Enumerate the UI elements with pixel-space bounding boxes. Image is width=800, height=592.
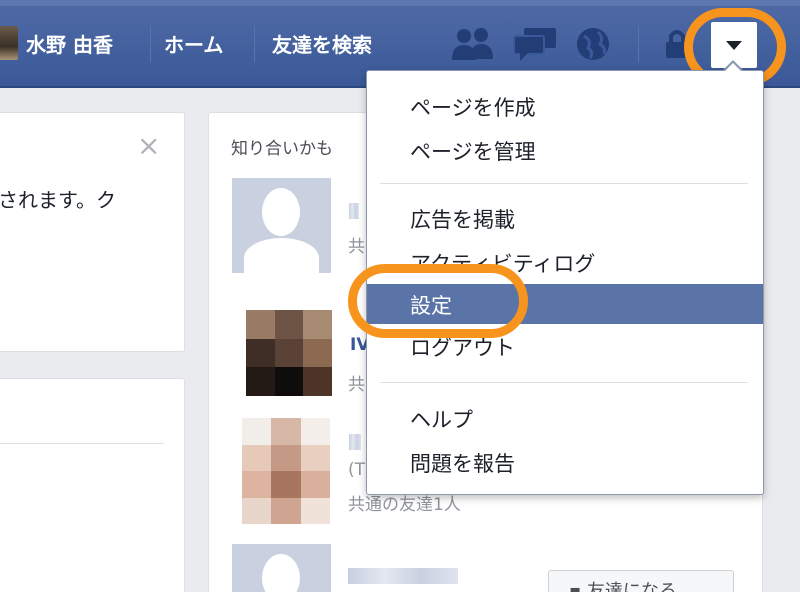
pymk-title: 知り合いかも <box>231 139 333 159</box>
friend-name-blurred[interactable] <box>349 203 359 219</box>
menu-item-create-page[interactable]: ページを作成 <box>367 86 763 126</box>
notice-text: されます。ク <box>0 188 116 212</box>
nav-divider <box>150 26 151 62</box>
menu-divider <box>380 183 748 184</box>
friend-name-blurred[interactable] <box>348 568 458 584</box>
friend-avatar[interactable] <box>232 178 331 273</box>
panel-divider <box>0 443 164 444</box>
nav-divider <box>254 26 255 62</box>
nav-divider <box>638 26 639 62</box>
add-friend-label: 友達になる <box>586 581 677 592</box>
menu-item-manage-pages[interactable]: ページを管理 <box>367 130 763 170</box>
menu-item-help[interactable]: ヘルプ <box>367 398 763 438</box>
left-secondary-panel <box>0 378 185 592</box>
menu-item-advertise[interactable]: 広告を掲載 <box>367 198 763 238</box>
friend-requests-icon[interactable] <box>450 26 496 62</box>
friend-avatar[interactable] <box>242 418 330 524</box>
friend-avatar[interactable] <box>232 544 331 592</box>
menu-divider <box>380 382 748 383</box>
mutual-friends-text: 共 <box>348 237 365 257</box>
topbar-highlight-line <box>0 0 800 6</box>
messages-icon[interactable] <box>512 26 558 62</box>
friend-name-link[interactable]: (T <box>348 460 365 480</box>
find-friends-link[interactable]: 友達を検索 <box>272 29 372 58</box>
home-link[interactable]: ホーム <box>164 29 223 58</box>
friend-name-blurred[interactable] <box>349 434 361 450</box>
add-friend-icon: ▪ <box>569 581 582 592</box>
profile-name-link[interactable]: 水野 由香 <box>26 29 113 58</box>
notifications-globe-icon[interactable] <box>574 26 612 62</box>
menu-pointer-fill <box>724 63 742 72</box>
annotation-circle <box>348 264 528 338</box>
menu-item-report-problem[interactable]: 問題を報告 <box>367 442 763 482</box>
close-icon[interactable]: × <box>137 132 160 160</box>
add-friend-button[interactable]: ▪ 友達になる <box>548 570 734 592</box>
mutual-friends-text: 共 <box>348 375 365 395</box>
friend-avatar[interactable] <box>246 310 332 396</box>
avatar[interactable] <box>0 26 18 60</box>
